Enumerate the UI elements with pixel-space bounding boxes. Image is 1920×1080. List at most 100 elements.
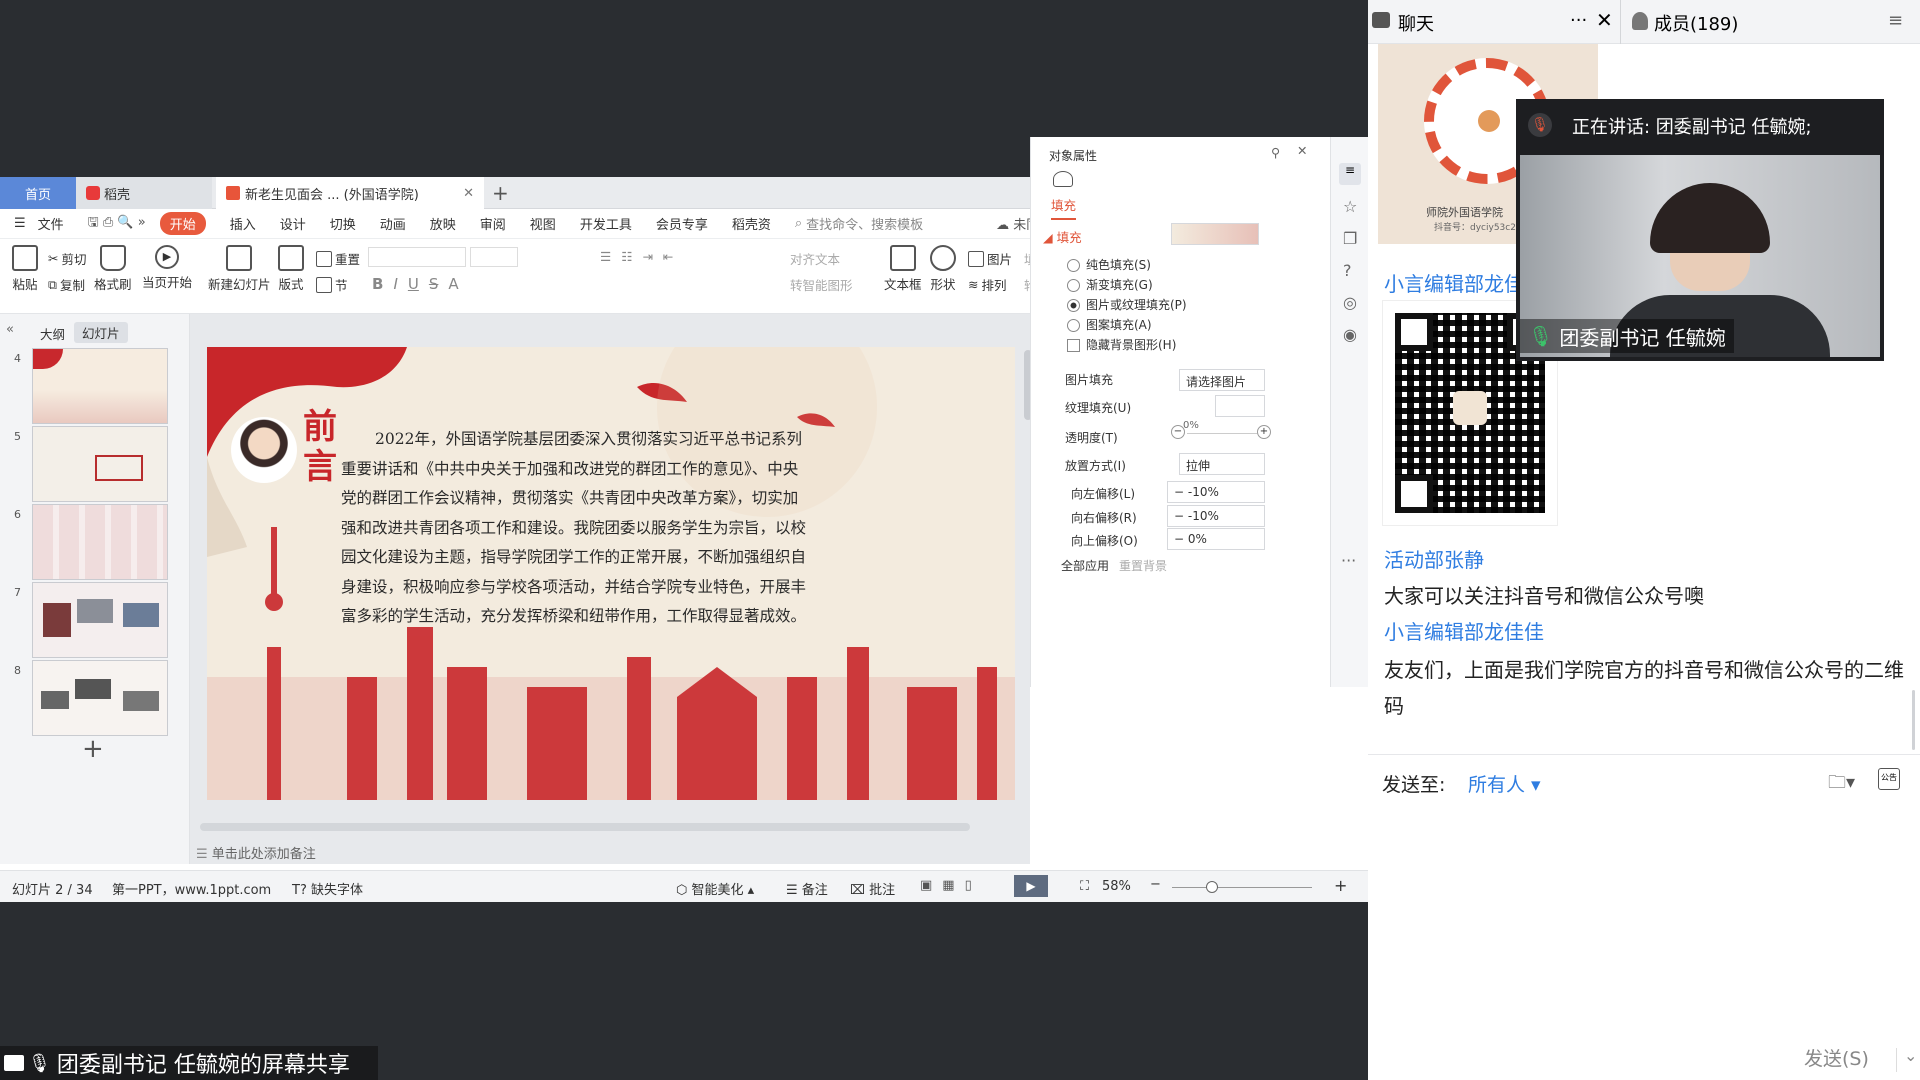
backup-icon[interactable]: ◎ [1343,293,1357,312]
offset-left-input[interactable]: − -10% [1167,481,1265,503]
comments-toggle[interactable]: ⌧ 批注 [850,879,895,898]
slide-thumbnail[interactable] [32,660,168,736]
arrange-button[interactable]: ≋ 排列 [968,275,1007,294]
paste-button[interactable]: 粘贴 [12,245,38,293]
to-smartart-button[interactable]: 转智能图形 [790,275,853,294]
current-slide[interactable]: 前 言 2022年，外国语学院基层团委深入贯彻落实习近平总书记系列 重要讲话和《… [207,347,1015,800]
chat-scrollbar[interactable] [1912,690,1915,750]
pin-icon[interactable]: ⚲ [1271,145,1280,160]
reset-background-button[interactable]: 重置背景 [1119,557,1167,574]
help-icon[interactable]: ? [1343,261,1352,280]
transition-icon[interactable]: ❐ [1343,229,1357,248]
tab-home[interactable]: 首页 [0,177,76,209]
send-options-chevron-icon[interactable]: ⌄ [1904,1046,1917,1065]
file-menu[interactable]: 文件 [38,214,64,233]
chat-close-icon[interactable]: ✕ [1596,8,1613,32]
texture-fill-select[interactable] [1215,395,1265,417]
chat-more-icon[interactable]: ··· [1570,10,1587,31]
ribbon-tab-start[interactable]: 开始 [159,212,206,235]
slides-tab[interactable]: 幻灯片 [74,322,128,343]
chat-sender[interactable]: 活动部张静 [1384,544,1484,573]
fill-option-gradient[interactable]: 渐变填充(G) [1067,275,1187,295]
cut-button[interactable]: ✂ 剪切 [48,249,87,268]
copy-button[interactable]: ⧉ 复制 [48,275,85,294]
props-close-icon[interactable]: ✕ [1297,143,1307,158]
zoom-level[interactable]: 58% [1102,879,1131,894]
font-size-select[interactable] [470,247,518,267]
transparency-slider[interactable] [1187,433,1257,434]
chat-sender[interactable]: 小言编辑部龙佳佳 [1384,616,1544,645]
ribbon-tab-transition[interactable]: 切换 [330,214,356,233]
fit-window-icon[interactable]: ⛶ [1080,879,1089,894]
underline-button[interactable]: U [408,275,419,293]
quick-access-icons[interactable]: 🖫 ⎙ 🔍 » [88,213,146,235]
slide-thumbnail[interactable] [32,582,168,658]
font-color-button[interactable]: A [448,275,458,293]
reset-button[interactable]: 重置 [316,249,360,268]
fill-option-solid[interactable]: 纯色填充(S) [1067,255,1187,275]
offset-right-input[interactable]: − -10% [1167,505,1265,527]
missing-font-indicator[interactable]: T? 缺失字体 [292,879,363,898]
chat-menu-icon[interactable]: ≡ [1888,10,1903,31]
ribbon-tab-member[interactable]: 会员专享 [656,214,708,233]
format-painter-button[interactable]: 格式刷 [94,245,132,293]
tab-document[interactable]: 新老生见面会 ... (外国语学院) ✕ [216,177,484,209]
outline-tab[interactable]: 大纲 [40,324,65,343]
textbox-button[interactable]: 文本框 [884,245,922,293]
ribbon-tab-view[interactable]: 视图 [530,214,556,233]
menu-icon[interactable]: ☰ [14,216,26,231]
offset-up-input[interactable]: − 0% [1167,528,1265,550]
outdent-icon[interactable]: ⇤ [663,249,673,264]
new-slide-button[interactable]: 新建幻灯片 [208,245,271,293]
fill-option-picture[interactable]: 图片或纹理填充(P) [1067,295,1187,315]
add-slide-button[interactable]: + [82,734,104,764]
chat-message-input[interactable] [1378,800,1908,1040]
tab-close-icon[interactable]: ✕ [463,186,474,201]
notes-toggle[interactable]: ☰ 备注 [786,879,828,898]
props-tab-fill[interactable]: 填充 [1051,195,1077,220]
zoom-in-button[interactable]: + [1334,876,1347,895]
members-tab[interactable]: 成员(189) [1654,10,1738,36]
play-from-current-button[interactable]: ▶ 当页开始 [142,245,192,291]
properties-icon[interactable]: ≡ [1339,163,1361,185]
ribbon-tab-developer[interactable]: 开发工具 [580,214,632,233]
picture-button[interactable]: 图片 [968,249,1012,268]
beautify-button[interactable]: ⬡ 智能美化 ▴ [676,879,754,898]
slide-thumbnail[interactable] [32,426,168,502]
section-button[interactable]: 节 [316,275,348,294]
zoom-out-button[interactable]: − [1150,877,1161,892]
slide-thumbnail[interactable] [32,504,168,580]
ribbon-tab-animation[interactable]: 动画 [380,214,406,233]
bold-button[interactable]: B [372,275,383,293]
canvas-horizontal-scrollbar[interactable] [200,823,970,831]
italic-button[interactable]: I [393,275,397,293]
bullet-list-icon[interactable]: ☰ [600,249,611,264]
animation-icon[interactable]: ☆ [1343,197,1357,216]
chat-tab[interactable]: 聊天 [1398,10,1434,36]
file-send-icon[interactable]: 🗀▾ [1828,770,1855,800]
picture-fill-select[interactable]: 请选择图片 [1179,369,1265,391]
more-tools-icon[interactable]: ··· [1341,551,1356,570]
apply-all-button[interactable]: 全部应用 [1061,557,1109,574]
zoom-slider-thumb[interactable] [1206,881,1218,893]
layout-button[interactable]: 版式 [278,245,304,293]
play-slideshow-button[interactable]: ▶ [1014,875,1048,897]
numbered-list-icon[interactable]: ☷ [621,249,632,264]
speaker-video-window[interactable]: 🎙 正在讲话: 团委副书记 任毓婉; 🎙 团委副书记 任毓婉 [1516,99,1884,361]
strikethrough-button[interactable]: S [429,275,439,293]
notice-icon[interactable]: 公告 [1878,768,1900,790]
location-icon[interactable]: ◉ [1343,325,1357,344]
collapse-panel-icon[interactable]: « [6,322,14,337]
ribbon-tab-insert[interactable]: 插入 [230,214,256,233]
shape-button[interactable]: 形状 [930,245,956,293]
new-tab-button[interactable]: + [492,181,509,205]
fill-preview-dropdown[interactable] [1171,223,1259,245]
notes-area[interactable]: ☰ 单击此处添加备注 [190,843,1030,868]
zoom-slider[interactable] [1172,887,1312,888]
fill-section-header[interactable]: ◢ 填充 [1043,227,1082,246]
placement-select[interactable]: 拉伸 [1179,453,1265,475]
ribbon-tab-slideshow[interactable]: 放映 [430,214,456,233]
ribbon-tab-design[interactable]: 设计 [280,214,306,233]
indent-icon[interactable]: ⇥ [642,249,652,264]
ribbon-tab-daoke[interactable]: 稻壳资 [732,214,771,233]
